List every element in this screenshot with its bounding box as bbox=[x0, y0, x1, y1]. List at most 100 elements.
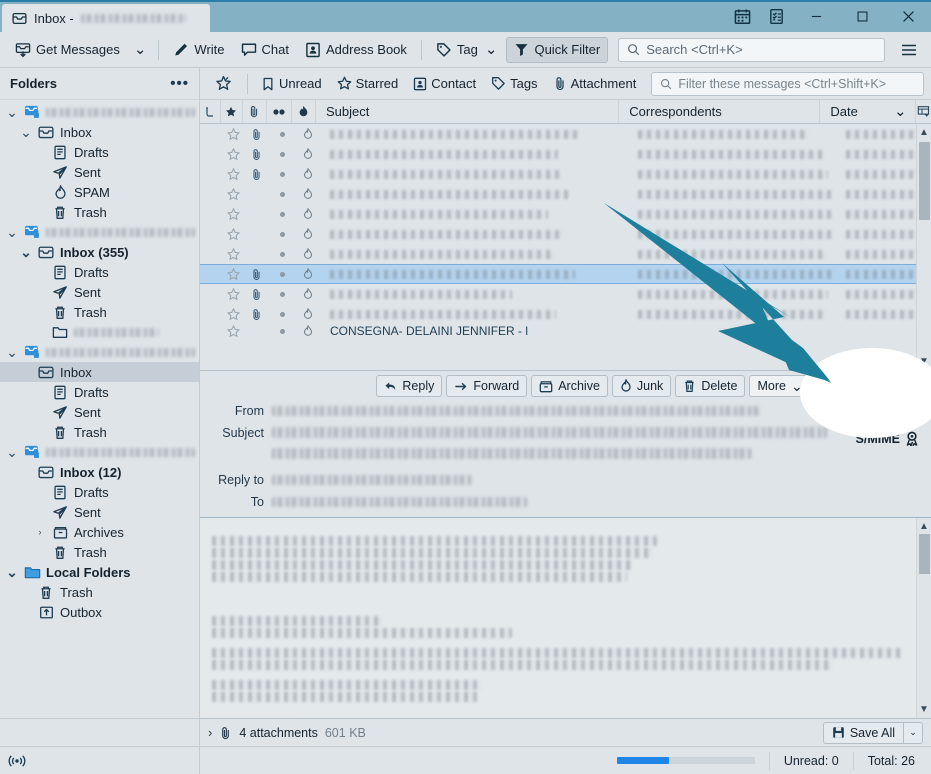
folder-row[interactable] bbox=[0, 322, 199, 342]
scroll-down-icon[interactable]: ▼ bbox=[919, 353, 929, 370]
folder-row[interactable]: Sent bbox=[0, 282, 199, 302]
twisty-icon[interactable]: ⌄ bbox=[6, 225, 18, 239]
table-row[interactable] bbox=[200, 144, 931, 164]
app-menu-button[interactable] bbox=[895, 37, 923, 63]
more-button[interactable]: More ⌄ bbox=[749, 375, 811, 397]
folder-row[interactable]: Sent bbox=[0, 402, 199, 422]
search-input[interactable]: Search <Ctrl+K> bbox=[618, 37, 885, 62]
address-book-button[interactable]: Address Book bbox=[298, 37, 414, 63]
message-list-scrollbar[interactable]: ▲ ▼ bbox=[916, 124, 931, 370]
row-read-indicator[interactable] bbox=[269, 224, 295, 244]
column-star[interactable] bbox=[221, 100, 243, 123]
folder-row[interactable]: ⌄ Inbox (355) bbox=[0, 242, 199, 262]
tag-button[interactable]: Tag ⌄ bbox=[429, 37, 505, 63]
folder-row[interactable]: ⌄ bbox=[0, 342, 199, 362]
row-star-toggle[interactable] bbox=[222, 284, 244, 304]
row-junk-indicator[interactable] bbox=[295, 204, 320, 224]
folder-pane-more-button[interactable]: ••• bbox=[170, 75, 189, 92]
folder-row[interactable]: Sent bbox=[0, 502, 199, 522]
twisty-icon[interactable]: ⌄ bbox=[20, 125, 32, 139]
get-messages-dropdown[interactable]: ⌄ bbox=[129, 37, 152, 63]
row-read-indicator[interactable] bbox=[269, 304, 295, 324]
maximize-button[interactable] bbox=[839, 0, 885, 32]
calendar-icon[interactable] bbox=[725, 0, 759, 32]
row-junk-indicator[interactable] bbox=[295, 244, 320, 264]
column-picker-icon[interactable] bbox=[916, 100, 931, 123]
column-attachment[interactable] bbox=[243, 100, 267, 123]
table-row[interactable] bbox=[200, 124, 931, 144]
row-star-toggle[interactable] bbox=[222, 304, 244, 324]
folder-row[interactable]: Trash bbox=[0, 202, 199, 222]
column-unread[interactable] bbox=[267, 100, 292, 123]
row-read-indicator[interactable] bbox=[269, 284, 295, 304]
row-read-indicator[interactable] bbox=[269, 184, 295, 204]
filter-starred-button[interactable]: Starred bbox=[331, 72, 405, 96]
row-star-toggle[interactable] bbox=[222, 224, 244, 244]
column-date[interactable]: Date ⌄ bbox=[820, 100, 916, 123]
twisty-icon[interactable]: ⌄ bbox=[6, 345, 18, 359]
table-row[interactable] bbox=[200, 284, 931, 304]
filter-contact-button[interactable]: Contact bbox=[407, 72, 482, 96]
table-row[interactable] bbox=[200, 264, 931, 284]
column-correspondents[interactable]: Correspondents bbox=[619, 100, 821, 123]
forward-button[interactable]: Forward bbox=[446, 375, 528, 397]
row-junk-indicator[interactable] bbox=[295, 124, 320, 144]
folder-row[interactable]: ⌄ bbox=[0, 222, 199, 242]
folder-row[interactable]: Trash bbox=[0, 302, 199, 322]
scrollbar-thumb[interactable] bbox=[918, 142, 930, 220]
folder-row[interactable]: Inbox bbox=[0, 362, 199, 382]
folder-row[interactable]: ⌄ Local Folders bbox=[0, 562, 199, 582]
broadcast-icon[interactable] bbox=[8, 753, 26, 769]
folder-row[interactable]: › Archives bbox=[0, 522, 199, 542]
column-thread[interactable] bbox=[200, 100, 222, 123]
reply-to-value-redacted[interactable] bbox=[272, 474, 472, 485]
table-row[interactable] bbox=[200, 304, 931, 324]
twisty-icon[interactable]: ⌄ bbox=[20, 245, 32, 259]
chat-button[interactable]: Chat bbox=[234, 37, 296, 63]
filter-unread-button[interactable]: Unread bbox=[255, 72, 328, 96]
folder-row[interactable]: ⌄ Inbox bbox=[0, 122, 199, 142]
message-body-scrollbar[interactable]: ▲ ▼ bbox=[916, 518, 931, 718]
folder-list[interactable]: ⌄ ⌄ Inbox Drafts Sent SPAM Trash ⌄ ⌄ Inbox (355) D… bbox=[0, 100, 199, 718]
twisty-icon[interactable]: ⌄ bbox=[6, 445, 18, 459]
minimize-button[interactable] bbox=[793, 0, 839, 32]
folder-row[interactable]: Drafts bbox=[0, 262, 199, 282]
body-scroll-up-icon[interactable]: ▲ bbox=[919, 518, 929, 535]
folder-row[interactable]: Sent bbox=[0, 162, 199, 182]
from-value-redacted[interactable] bbox=[272, 405, 762, 416]
to-value-redacted[interactable] bbox=[272, 496, 527, 507]
scroll-up-icon[interactable]: ▲ bbox=[919, 124, 929, 141]
folder-row[interactable]: Trash bbox=[0, 582, 199, 602]
write-button[interactable]: Write bbox=[166, 37, 231, 63]
folder-row[interactable]: Drafts bbox=[0, 482, 199, 502]
body-scrollbar-thumb[interactable] bbox=[918, 534, 930, 574]
junk-button[interactable]: Junk bbox=[611, 375, 672, 397]
row-star-toggle[interactable] bbox=[222, 265, 244, 283]
save-all-dropdown[interactable]: ⌄ bbox=[903, 721, 923, 744]
row-junk-indicator[interactable] bbox=[295, 164, 320, 184]
reply-button[interactable]: Reply bbox=[376, 375, 443, 397]
row-read-indicator[interactable] bbox=[269, 144, 295, 164]
row-junk-indicator[interactable] bbox=[295, 224, 320, 244]
row-junk-indicator[interactable] bbox=[295, 304, 320, 324]
row-star-toggle[interactable] bbox=[222, 164, 244, 184]
quick-filter-button[interactable]: Quick Filter bbox=[506, 36, 609, 63]
row-junk-indicator[interactable] bbox=[295, 144, 320, 164]
twisty-icon[interactable]: ⌄ bbox=[6, 565, 18, 579]
twisty-icon[interactable]: › bbox=[34, 527, 46, 537]
folder-row[interactable]: Trash bbox=[0, 542, 199, 562]
chevron-right-icon[interactable]: › bbox=[208, 725, 212, 740]
message-rows[interactable] bbox=[200, 124, 931, 324]
filter-attachment-button[interactable]: Attachment bbox=[547, 72, 643, 96]
folder-row[interactable]: Drafts bbox=[0, 382, 199, 402]
pin-star-icon[interactable] bbox=[207, 72, 240, 96]
folder-row[interactable]: ⌄ bbox=[0, 442, 199, 462]
folder-row[interactable]: Outbox bbox=[0, 602, 199, 622]
column-junk[interactable] bbox=[292, 100, 316, 123]
message-row-partial[interactable]: CONSEGNA- DELAINI JENNIFER - l bbox=[200, 324, 931, 338]
row-junk-indicator[interactable] bbox=[295, 265, 320, 283]
folder-row[interactable]: ⌄ bbox=[0, 102, 199, 122]
save-all-button[interactable]: Save All bbox=[822, 721, 903, 744]
message-body-pane[interactable]: ▲ ▼ bbox=[200, 517, 931, 718]
message-list[interactable]: CONSEGNA- DELAINI JENNIFER - l ▲ ▼ bbox=[200, 124, 931, 370]
